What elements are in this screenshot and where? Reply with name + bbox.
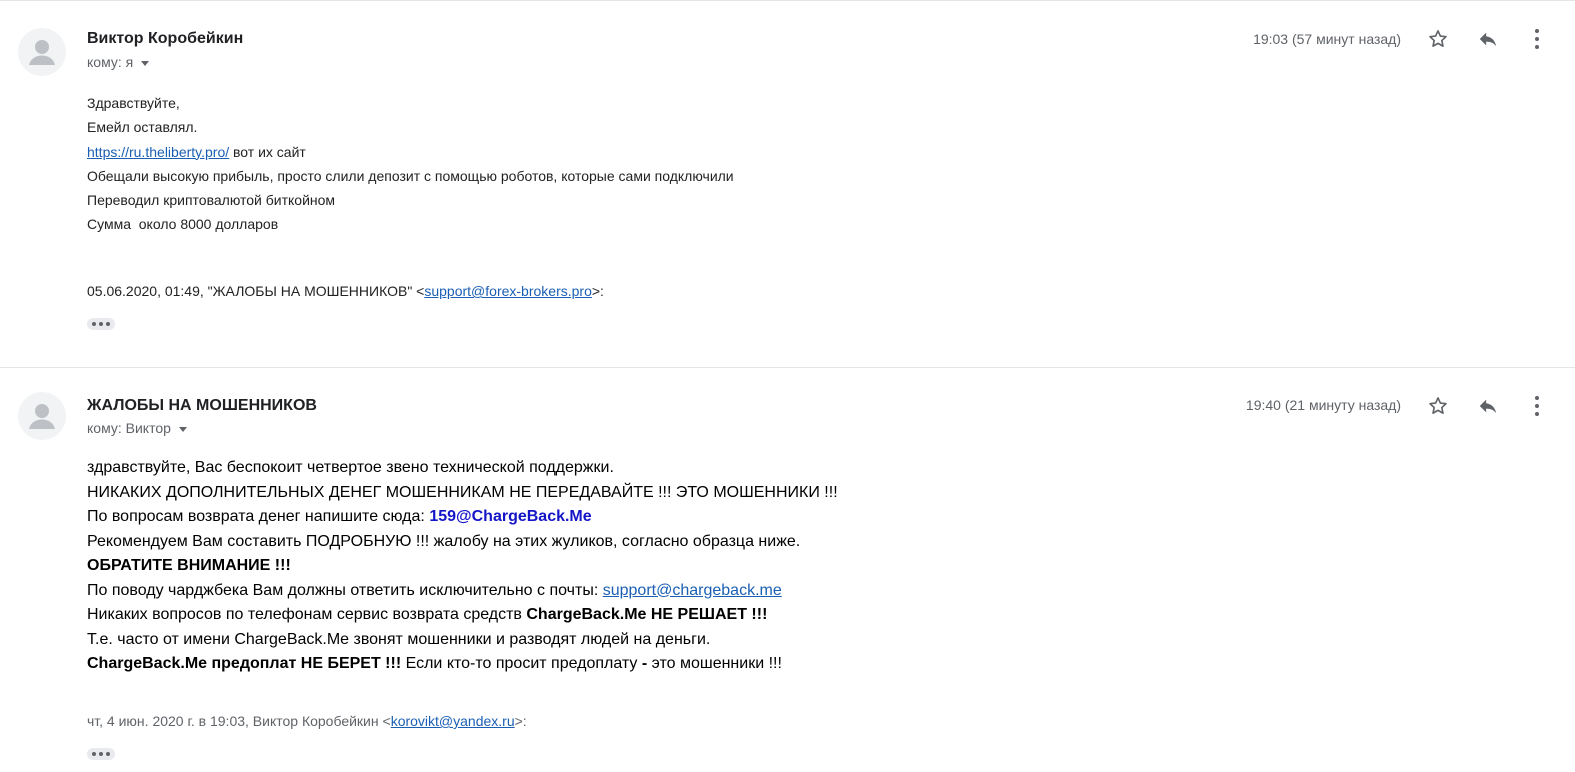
body-line: Никаких вопросов по телефонам сервис воз… <box>87 603 838 628</box>
star-icon <box>1429 397 1447 414</box>
avatar[interactable] <box>18 392 66 440</box>
reply-icon <box>1479 32 1497 47</box>
body-line: Емейл оставлял. <box>87 119 198 136</box>
body-line: НИКАКИХ ДОПОЛНИТЕЛЬНЫХ ДЕНЕГ МОШЕННИКАМ … <box>87 483 838 501</box>
star-button[interactable] <box>1425 393 1451 419</box>
body-line: Здравствуйте, <box>87 95 180 111</box>
ellipsis-dot <box>106 322 110 326</box>
body-text: По поводу чарджбека Вам должны ответить … <box>87 581 603 599</box>
person-avatar-icon <box>29 404 55 429</box>
quote-prefix: чт, 4 июн. 2020 г. в 19:03, Виктор Короб… <box>87 713 391 729</box>
avatar[interactable] <box>18 28 66 76</box>
website-link[interactable]: https://ru.theliberty.pro/ <box>87 144 229 160</box>
body-text: По вопросам возврата денег напишите сюда… <box>87 508 430 525</box>
sender-name[interactable]: Виктор Коробейкин <box>87 30 243 48</box>
body-text: вот их сайт <box>229 143 306 160</box>
recipient-label: кому: я <box>87 54 134 70</box>
body-text: Если кто-то просит предоплату <box>401 655 642 672</box>
ellipsis-dot <box>99 752 103 756</box>
more-options-button[interactable] <box>1524 26 1550 52</box>
chevron-down-icon <box>178 426 187 432</box>
body-line: ChargeBack.Me предоплат НЕ БЕРЕТ !!! Есл… <box>87 652 838 677</box>
show-trimmed-content-button[interactable] <box>87 318 115 330</box>
message-timestamp: 19:03 (57 минут назад) <box>1253 31 1401 47</box>
quote-prefix: 05.06.2020, 01:49, "ЖАЛОБЫ НА МОШЕННИКОВ… <box>87 283 425 299</box>
quoted-email-link[interactable]: support@forex-brokers.pro <box>424 283 592 299</box>
body-line: Переводил криптовалютой биткойном <box>87 192 336 209</box>
recipient-label: кому: Виктор <box>87 420 171 436</box>
star-icon <box>1429 30 1447 47</box>
message-body: здравствуйте, Вас беспокоит четвертое зв… <box>87 456 838 677</box>
sender-name[interactable]: ЖАЛОБЫ НА МОШЕННИКОВ <box>87 397 317 415</box>
reply-button[interactable] <box>1475 393 1501 419</box>
body-line: Обещали высокую прибыль, просто слили де… <box>87 167 734 184</box>
message-timestamp: 19:40 (21 минуту назад) <box>1245 397 1401 413</box>
quoted-reply-header: 05.06.2020, 01:49, "ЖАЛОБЫ НА МОШЕННИКОВ… <box>87 283 604 299</box>
body-line-emphasis: ОБРАТИТЕ ВНИМАНИЕ !!! <box>87 557 291 574</box>
email-thread: Виктор Коробейкин кому: я 19:03 (57 мину… <box>0 0 1575 772</box>
recipient-details-toggle[interactable]: кому: я <box>87 54 150 70</box>
star-button[interactable] <box>1425 26 1451 52</box>
body-line: Т.е. часто от имени ChargeBack.Me звонят… <box>87 630 711 648</box>
body-line: здравствуйте, Вас беспокоит четвертое зв… <box>87 459 614 476</box>
more-vert-icon <box>1535 396 1539 416</box>
message-body: Здравствуйте, Емейл оставлял. https://ru… <box>87 91 734 237</box>
body-text-bold: ChargeBack.Me НЕ РЕШАЕТ !!! <box>526 606 768 623</box>
body-line: По поводу чарджбека Вам должны ответить … <box>87 579 838 604</box>
body-line: https://ru.theliberty.pro/ вот их сайт <box>87 140 734 164</box>
person-avatar-icon <box>29 40 55 65</box>
ellipsis-dot <box>106 752 110 756</box>
body-line: По вопросам возврата денег напишите сюда… <box>87 505 838 530</box>
body-text: это мошенники !!! <box>647 655 782 672</box>
contact-email-highlight: 159@ChargeBack.Me <box>429 508 592 525</box>
quoted-reply-header: чт, 4 июн. 2020 г. в 19:03, Виктор Короб… <box>87 713 527 729</box>
body-line: Рекомендуем Вам составить ПОДРОБНУЮ !!! … <box>87 532 801 550</box>
email-message: Виктор Коробейкин кому: я 19:03 (57 мину… <box>0 0 1575 368</box>
quote-suffix: >: <box>591 283 604 299</box>
quoted-email-link[interactable]: korovikt@yandex.ru <box>391 713 515 729</box>
body-text: Никаких вопросов по телефонам сервис воз… <box>87 606 527 623</box>
reply-icon <box>1479 399 1497 414</box>
show-trimmed-content-button[interactable] <box>87 748 115 760</box>
more-options-button[interactable] <box>1524 393 1550 419</box>
recipient-details-toggle[interactable]: кому: Виктор <box>87 420 187 436</box>
ellipsis-icon <box>92 322 96 326</box>
ellipsis-dot <box>99 322 103 326</box>
more-vert-icon <box>1535 29 1539 49</box>
body-line: Сумма около 8000 долларов <box>87 216 279 233</box>
support-email-link[interactable]: support@chargeback.me <box>603 582 782 599</box>
ellipsis-icon <box>92 752 96 756</box>
email-message: ЖАЛОБЫ НА МОШЕННИКОВ кому: Виктор 19:40 … <box>0 367 1575 772</box>
quote-suffix: >: <box>514 713 527 729</box>
body-text-bold: ChargeBack.Me предоплат НЕ БЕРЕТ !!! <box>87 655 402 672</box>
reply-button[interactable] <box>1475 26 1501 52</box>
chevron-down-icon <box>141 60 150 66</box>
